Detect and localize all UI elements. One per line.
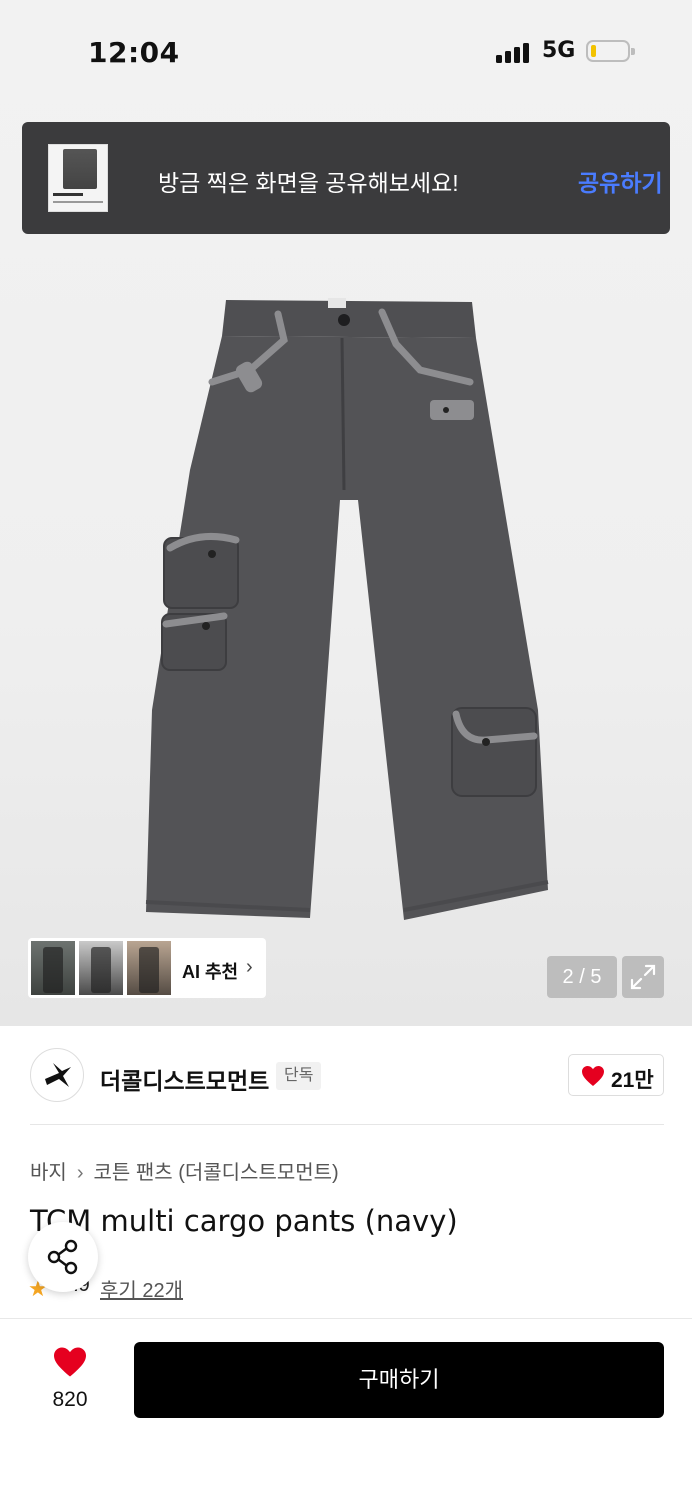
brand-logo[interactable] (30, 1048, 84, 1102)
ai-thumbnail (31, 941, 75, 995)
expand-icon (630, 964, 656, 990)
share-icon (47, 1239, 78, 1275)
heart-icon (582, 1066, 604, 1086)
share-toast: 방금 찍은 화면을 공유해보세요! 공유하기 (22, 122, 670, 234)
image-pager: 2 / 5 (547, 956, 617, 998)
share-button[interactable] (28, 1222, 98, 1292)
toast-message: 방금 찍은 화면을 공유해보세요! (158, 170, 459, 196)
signal-icon (496, 41, 532, 63)
divider (30, 1124, 664, 1125)
wishlist-button[interactable]: 820 (30, 1344, 110, 1414)
expand-image-button[interactable] (622, 956, 664, 998)
brand-star-icon (45, 1063, 71, 1087)
network-type: 5G (542, 38, 576, 63)
buy-button[interactable]: 구매하기 (134, 1342, 664, 1418)
brand-like-count: 21만 (611, 1069, 654, 1092)
breadcrumb-category[interactable]: 바지 (30, 1162, 67, 1184)
breadcrumb-subcategory[interactable]: 코튼 팬츠 (더콜디스트모먼트) (93, 1162, 338, 1184)
product-image (145, 298, 549, 920)
chevron-right-icon: › (246, 956, 253, 978)
ai-recommendation-button[interactable]: AI 추천 › (28, 938, 266, 998)
breadcrumb: 바지 › 코튼 팬츠 (더콜디스트모먼트) (30, 1156, 339, 1185)
battery-icon (586, 40, 635, 62)
wishlist-count: 820 (52, 1388, 88, 1411)
brand-name[interactable]: 더콜디스트모먼트 (100, 1062, 269, 1096)
reviews-link[interactable]: 후기 22개 (100, 1274, 183, 1303)
share-action-button[interactable]: 공유하기 (578, 164, 663, 198)
heart-icon (54, 1347, 86, 1377)
ai-thumbnail (79, 941, 123, 995)
status-time: 12:04 (88, 36, 180, 69)
brand-like-button[interactable]: 21만 (568, 1054, 664, 1096)
status-bar: 12:04 5G (0, 0, 692, 100)
ai-thumbnail (127, 941, 171, 995)
ai-recommendation-label: AI 추천 (182, 962, 239, 982)
exclusive-badge: 단독 (276, 1062, 322, 1090)
chevron-right-icon: › (76, 1162, 84, 1184)
screenshot-thumbnail[interactable] (48, 144, 108, 212)
